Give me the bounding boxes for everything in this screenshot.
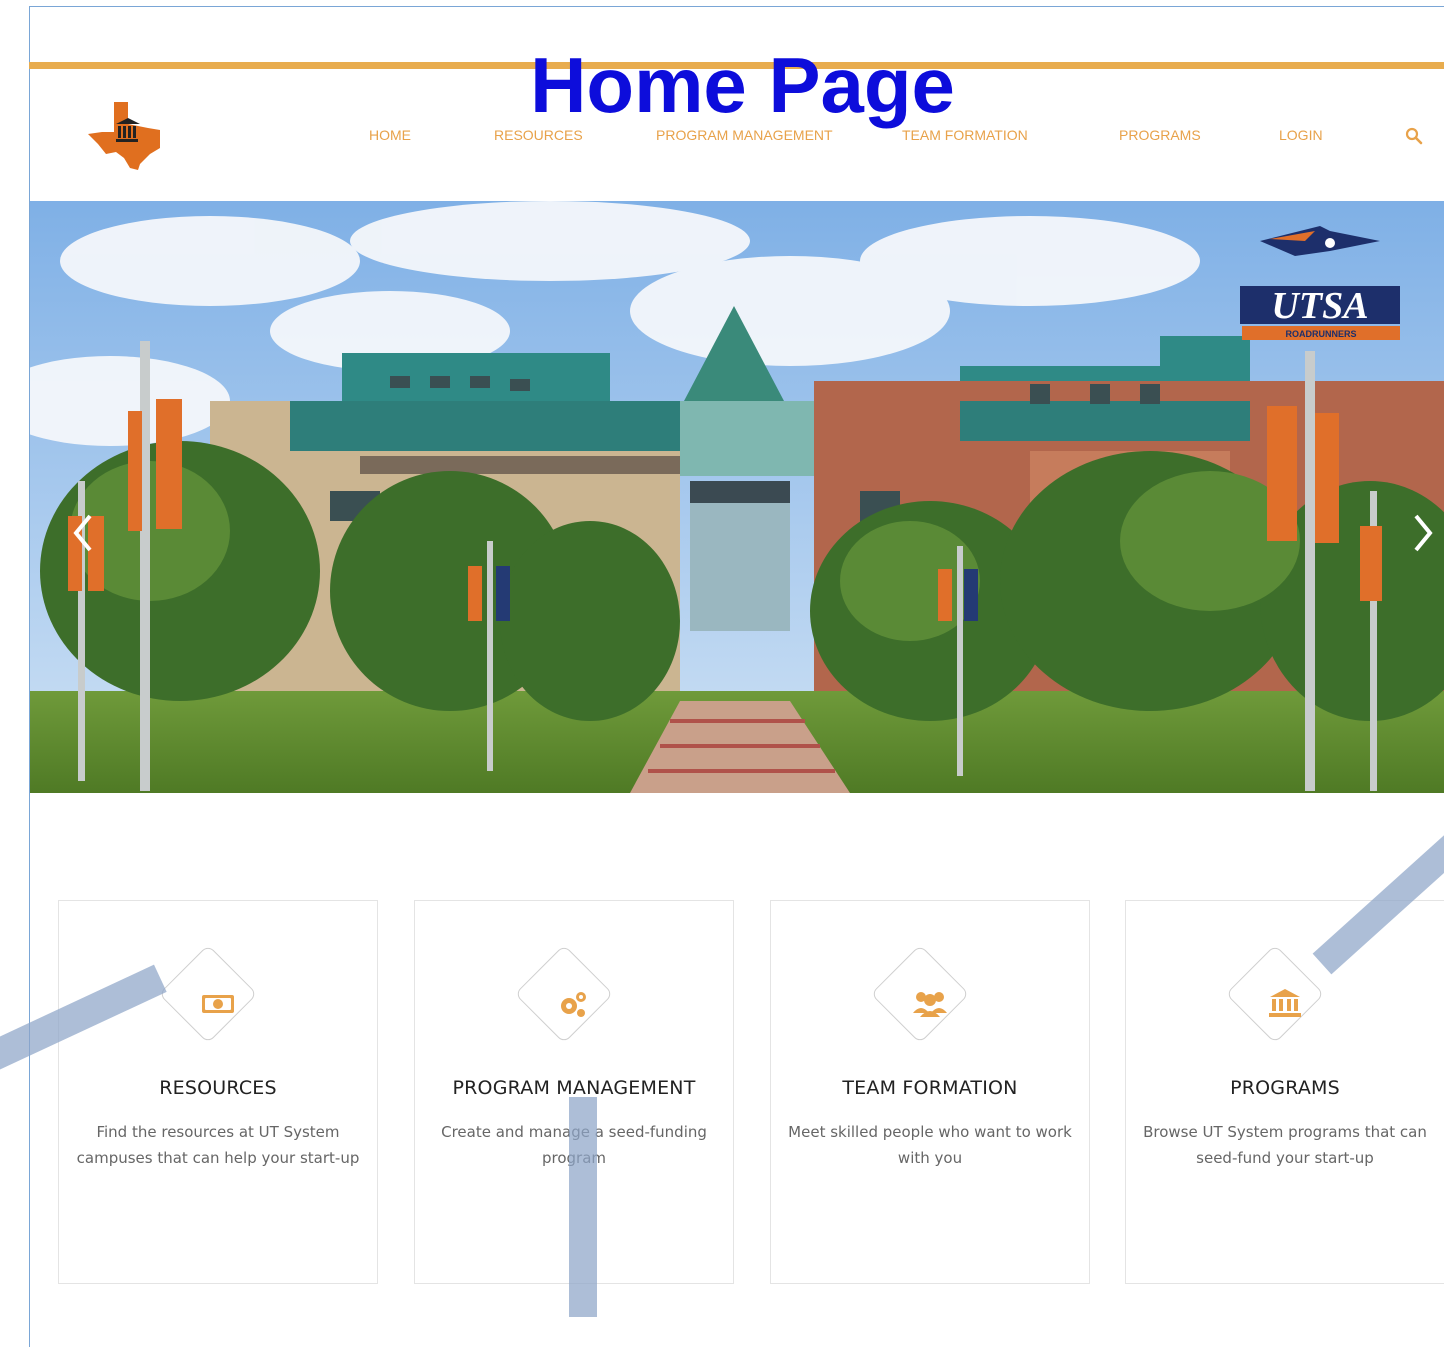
chevron-right-icon[interactable] [1408,510,1438,556]
hero-carousel[interactable]: UTSA ROADRUNNERS [30,201,1444,793]
money-icon [202,995,234,1013]
chevron-left-icon[interactable] [68,510,98,556]
card-resources[interactable]: RESOURCES Find the resources at UT Syste… [58,900,378,1284]
annotation-title: Home Page [530,41,955,129]
svg-text:UTSA: UTSA [1271,285,1368,327]
users-icon [913,992,947,1017]
card-description: Meet skilled people who want to work wit… [788,1123,1072,1167]
card-team-formation[interactable]: TEAM FORMATION Meet skilled people who w… [770,900,1090,1284]
main-nav: HOME RESOURCES PROGRAM MANAGEMENT TEAM F… [0,127,1444,147]
annotation-connector-center [569,1097,597,1317]
card-description: Browse UT System programs that can seed-… [1143,1123,1427,1167]
card-description: Find the resources at UT System campuses… [76,1123,360,1167]
card-title: PROGRAMS [1230,1077,1340,1099]
svg-text:ROADRUNNERS: ROADRUNNERS [1285,329,1356,339]
gears-icon [561,992,586,1017]
institution-icon [1269,989,1301,1017]
card-programs[interactable]: PROGRAMS Browse UT System programs that … [1125,900,1444,1284]
card-title: PROGRAM MANAGEMENT [452,1077,696,1099]
card-title: RESOURCES [159,1077,277,1099]
campus-building-photo: UTSA ROADRUNNERS [30,201,1444,793]
card-title: TEAM FORMATION [842,1077,1018,1099]
